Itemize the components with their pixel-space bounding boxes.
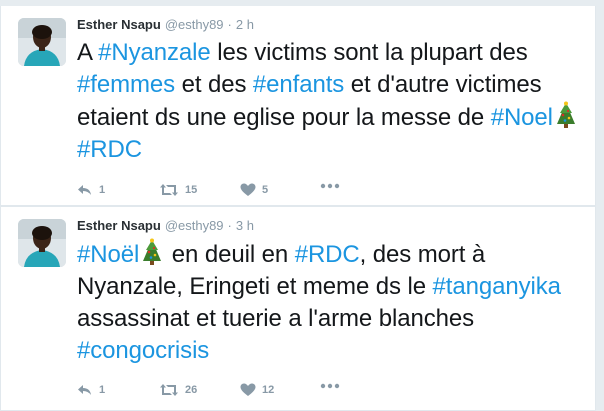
tweet-header: Esther Nsapu @esthy89 · 3 h — [77, 217, 254, 235]
reply-button[interactable]: 1 — [77, 383, 105, 397]
text-segment: assassinat et tuerie a l'arme blanches — [77, 305, 474, 332]
reply-button[interactable]: 1 — [77, 183, 105, 197]
retweet-button[interactable]: 15 — [159, 183, 197, 197]
tweet-header: Esther Nsapu @esthy89 · 2 h — [77, 16, 254, 34]
retweet-icon — [160, 384, 178, 396]
separator: · — [227, 218, 232, 233]
reply-icon — [78, 385, 91, 395]
hashtag[interactable]: #RDC — [77, 136, 142, 163]
timestamp[interactable]: 3 h — [236, 218, 254, 233]
text-segment: A — [77, 39, 99, 66]
tweet-text: A #Nyanzale les victims sont la plupart … — [77, 37, 589, 166]
text-segment: en deuil en — [165, 241, 295, 268]
author-handle[interactable]: @esthy89 — [165, 17, 224, 32]
like-count: 5 — [262, 184, 269, 196]
tweet-actions: 1 26 12 — [77, 383, 377, 403]
more-button[interactable] — [320, 183, 340, 189]
reply-count: 1 — [99, 184, 106, 196]
like-button[interactable]: 5 — [240, 183, 268, 197]
tweet[interactable]: Esther Nsapu @esthy89 · 3 h #Noël en deuil … — [0, 206, 596, 411]
avatar-image — [18, 18, 66, 66]
reply-icon — [78, 185, 91, 195]
text-segment: les victims sont la plupart des — [210, 39, 528, 66]
author-name[interactable]: Esther Nsapu — [77, 218, 161, 233]
retweet-icon — [160, 184, 178, 196]
retweet-button[interactable]: 26 — [159, 383, 197, 397]
tweet-actions: 1 15 5 — [77, 183, 377, 203]
christmas-tree-emoji — [140, 238, 164, 266]
heart-icon — [240, 183, 256, 196]
avatar[interactable] — [18, 219, 66, 267]
author-handle[interactable]: @esthy89 — [165, 218, 224, 233]
retweet-count: 15 — [185, 184, 198, 196]
hashtag[interactable]: #enfants — [253, 71, 344, 98]
tweet-text: #Noël en deuil en #RDC, des mort à Nyanz… — [77, 238, 589, 367]
heart-icon — [240, 383, 256, 396]
christmas-tree-emoji — [554, 101, 578, 129]
like-button[interactable]: 12 — [240, 383, 274, 397]
more-dots-icon — [320, 183, 340, 189]
hashtag[interactable]: #Noel — [491, 104, 553, 131]
hashtag[interactable]: #tanganyika — [433, 273, 561, 300]
hashtag[interactable]: #congocrisis — [77, 337, 209, 364]
hashtag[interactable]: #RDC — [295, 241, 360, 268]
tweet-feed: Esther Nsapu @esthy89 · 2 h A #Nyanzale les… — [0, 0, 604, 411]
author-name[interactable]: Esther Nsapu — [77, 17, 161, 32]
timestamp[interactable]: 2 h — [236, 17, 254, 32]
hashtag[interactable]: #Nyanzale — [98, 39, 211, 66]
more-button[interactable] — [320, 383, 340, 389]
text-segment: et des — [175, 71, 253, 98]
separator: · — [227, 17, 232, 32]
avatar-image — [18, 219, 66, 267]
retweet-count: 26 — [185, 384, 198, 396]
like-count: 12 — [262, 384, 275, 396]
tweet[interactable]: Esther Nsapu @esthy89 · 2 h A #Nyanzale les… — [0, 6, 596, 206]
avatar[interactable] — [18, 18, 66, 66]
hashtag[interactable]: #femmes — [77, 71, 175, 98]
reply-count: 1 — [99, 384, 106, 396]
hashtag[interactable]: #Noël — [77, 241, 139, 268]
more-dots-icon — [320, 383, 340, 389]
